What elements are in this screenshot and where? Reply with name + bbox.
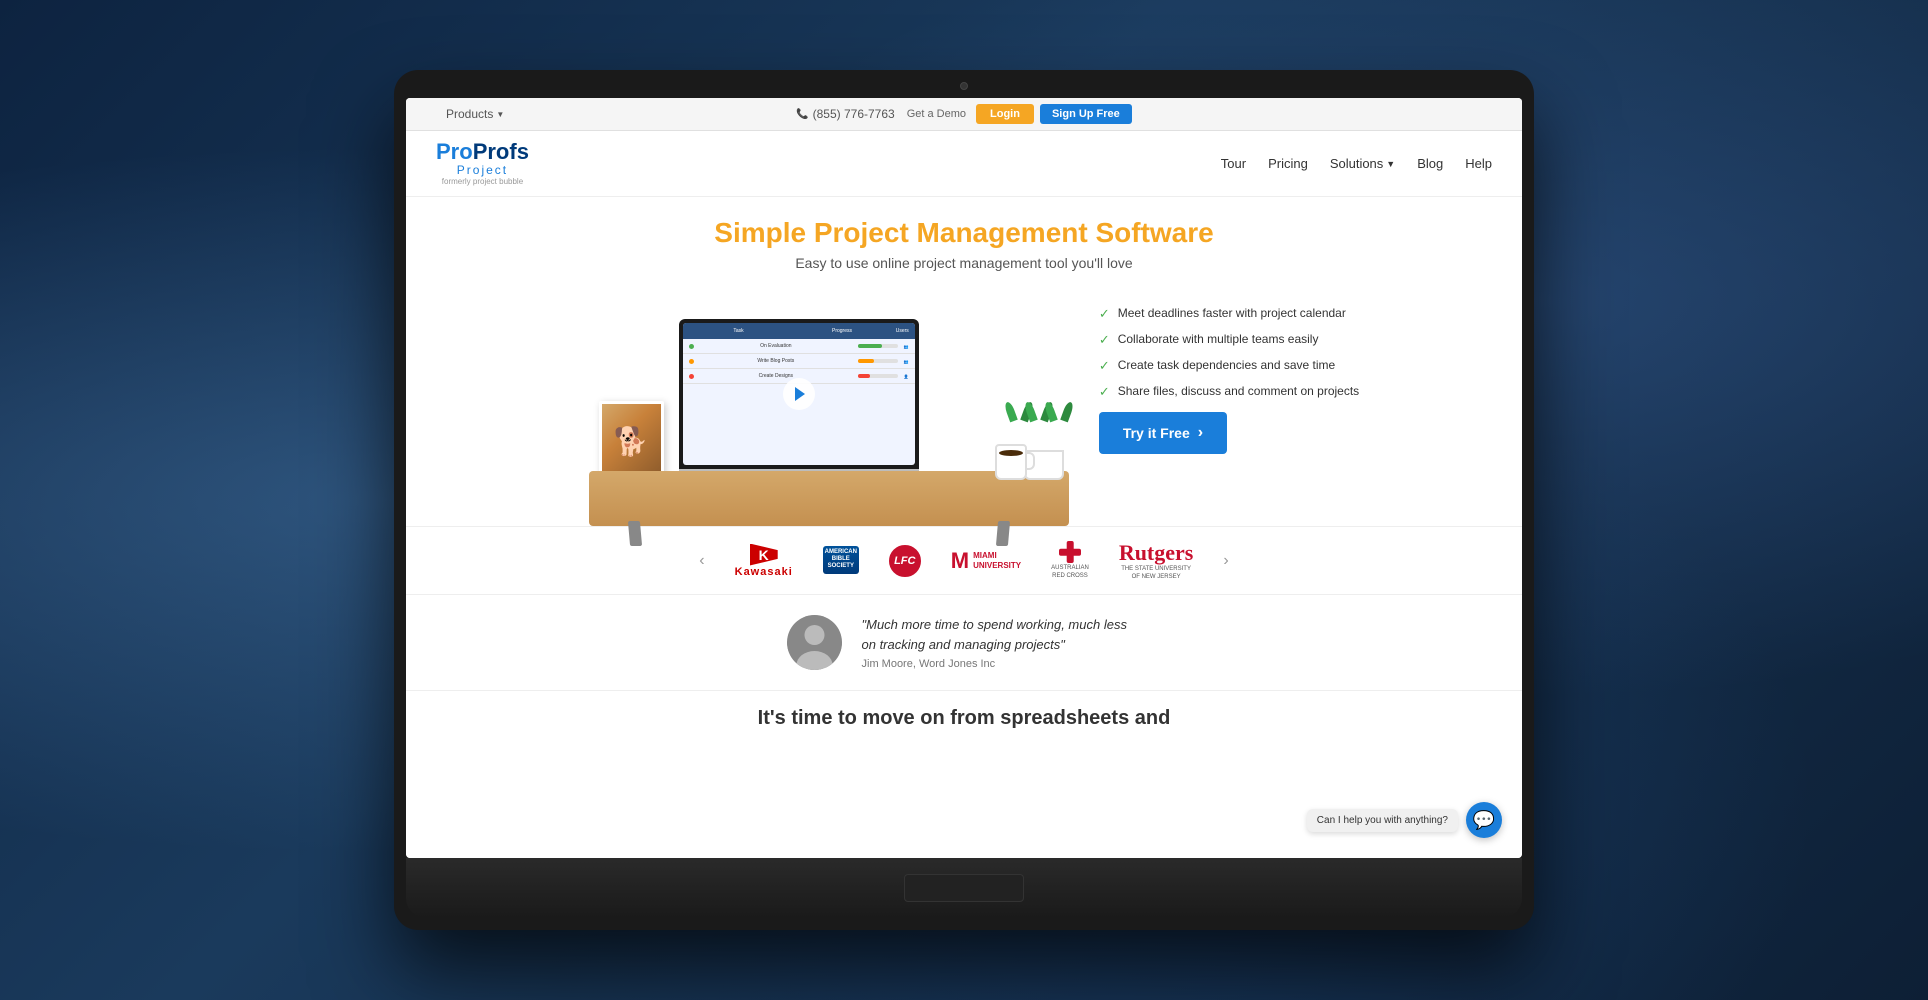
logo[interactable]: ProProfs Project formerly project bubble [436,141,529,186]
task-progress-2 [858,359,898,363]
phone-icon: 📞 [796,109,808,120]
lfc-logo: LFC [889,543,921,578]
leaf-1 [1003,401,1017,423]
mug-handle [1025,452,1035,470]
hero-subtitle: Easy to use online project management to… [426,255,1502,271]
screen-mockup: Task Progress Users On Evaluation 👥 [679,319,919,469]
try-it-free-button[interactable]: Try it Free › [1099,412,1227,454]
hero-title: Simple Project Management Software [426,217,1502,249]
desk-legs [629,521,1009,546]
avatar-svg [787,615,842,670]
nav-solutions[interactable]: Solutions▼ [1330,156,1395,171]
logos-prev-arrow[interactable]: ‹ [699,552,704,570]
nav-links: Tour Pricing Solutions▼ Blog Help [1221,155,1492,173]
task-dot-3 [689,374,694,379]
logo-project: Project [457,163,508,177]
bottom-cta-section: It's time to move on from spreadsheets a… [406,690,1522,746]
mug-coffee [999,450,1023,456]
laptop-on-desk-mockup: Task Progress Users On Evaluation 👥 [679,319,919,481]
photo-inner: 🐕 [602,404,661,478]
cross-symbol [1059,541,1081,563]
abs-logo: AMERICANBIBLESOCIETY [823,543,859,578]
task-dot-1 [689,344,694,349]
leaf-6 [1060,401,1074,423]
logos-next-arrow[interactable]: › [1223,552,1228,570]
feature-text-4: Share files, discuss and comment on proj… [1118,384,1359,398]
login-button[interactable]: Login [976,104,1034,124]
website: Products ▼ 📞 (855) 776-7763 Get a Demo L… [406,98,1522,858]
check-icon-3: ✓ [1099,358,1110,374]
top-bar: Products ▼ 📞 (855) 776-7763 Get a Demo L… [406,98,1522,131]
testimonial-content: "Much more time to spend working, much l… [862,615,1142,670]
laptop-trackpad [904,874,1024,902]
task-progress-1 [858,344,898,348]
task-name-2: Write Blog Posts [698,358,854,364]
nav-blog[interactable]: Blog [1417,156,1443,171]
testimonial-quote: "Much more time to spend working, much l… [862,615,1142,654]
check-icon-2: ✓ [1099,332,1110,348]
play-button[interactable] [783,378,815,410]
screen-header: Task Progress Users [683,323,915,339]
screen-inner: Task Progress Users On Evaluation 👥 [683,323,915,465]
photo-frame: 🐕 [599,401,664,481]
feature-text-3: Create task dependencies and save time [1118,358,1335,372]
main-nav: ProProfs Project formerly project bubble… [406,131,1522,197]
chat-bubble-text: Can I help you with anything? [1307,809,1458,832]
testimonial-section: "Much more time to spend working, much l… [406,594,1522,690]
phone-number: 📞 (855) 776-7763 [796,107,895,121]
task-name-3: Create Designs [698,373,854,379]
miami-university-logo: M MIAMI UNIVERSITY [951,543,1021,578]
chat-icon: 💬 [1473,810,1495,831]
cross-vertical [1067,541,1074,563]
chat-widget[interactable]: Can I help you with anything? 💬 [1307,802,1502,838]
kawasaki-logo: K Kawasaki [735,543,793,578]
features-list: ✓ Meet deadlines faster with project cal… [1099,286,1359,454]
redcross-logo: AUSTRALIANRED CROSS [1051,543,1089,578]
mug-body [995,444,1027,480]
redcross-text: AUSTRALIANRED CROSS [1051,565,1089,579]
feature-2: ✓ Collaborate with multiple teams easily [1099,332,1359,348]
avatar-inner [787,615,842,670]
signup-button[interactable]: Sign Up Free [1040,104,1132,124]
plant-leaves [1009,400,1069,450]
task-dot-2 [689,359,694,364]
laptop-camera [960,82,968,90]
desk-scene: 🐕 Task Progress Users [569,286,1069,526]
laptop-frame: Products ▼ 📞 (855) 776-7763 Get a Demo L… [394,70,1534,930]
nav-help[interactable]: Help [1465,156,1492,171]
bottom-cta-text: It's time to move on from spreadsheets a… [436,707,1492,730]
nav-pricing[interactable]: Pricing [1268,156,1308,171]
feature-3: ✓ Create task dependencies and save time [1099,358,1359,374]
task-name-1: On Evaluation [698,343,854,349]
hero-content: 🐕 Task Progress Users [426,286,1502,526]
feature-1: ✓ Meet deadlines faster with project cal… [1099,306,1359,322]
testimonial-author: Jim Moore, Word Jones Inc [862,658,1142,670]
logo-pro: Pro [436,141,473,163]
logo-formerly: formerly project bubble [442,177,523,186]
chat-icon-button[interactable]: 💬 [1466,802,1502,838]
check-icon-1: ✓ [1099,306,1110,322]
nav-tour[interactable]: Tour [1221,156,1246,171]
testimonial-avatar [787,615,842,670]
rutgers-logo: Rutgers THE STATE UNIVERSITYOF NEW JERSE… [1119,543,1194,578]
laptop-screen: Products ▼ 📞 (855) 776-7763 Get a Demo L… [406,98,1522,858]
products-link[interactable]: Products ▼ [446,107,504,121]
desk-leg-left [628,521,642,546]
try-btn-label: Try it Free [1123,425,1190,441]
task-row-2: Write Blog Posts 👥 [683,354,915,369]
logo-profs: Profs [473,141,529,163]
coffee-mug [995,444,1027,480]
get-demo-link[interactable]: Get a Demo [907,108,966,120]
task-progress-3 [858,374,898,378]
check-icon-4: ✓ [1099,384,1110,400]
feature-text-2: Collaborate with multiple teams easily [1118,332,1319,346]
desk-leg-right [996,521,1010,546]
task-row-1: On Evaluation 👥 [683,339,915,354]
laptop-base [406,858,1522,918]
play-icon [795,387,805,401]
try-btn-arrow: › [1198,424,1203,442]
feature-4: ✓ Share files, discuss and comment on pr… [1099,384,1359,400]
hero-section: Simple Project Management Software Easy … [406,197,1522,526]
feature-text-1: Meet deadlines faster with project calen… [1118,306,1346,320]
